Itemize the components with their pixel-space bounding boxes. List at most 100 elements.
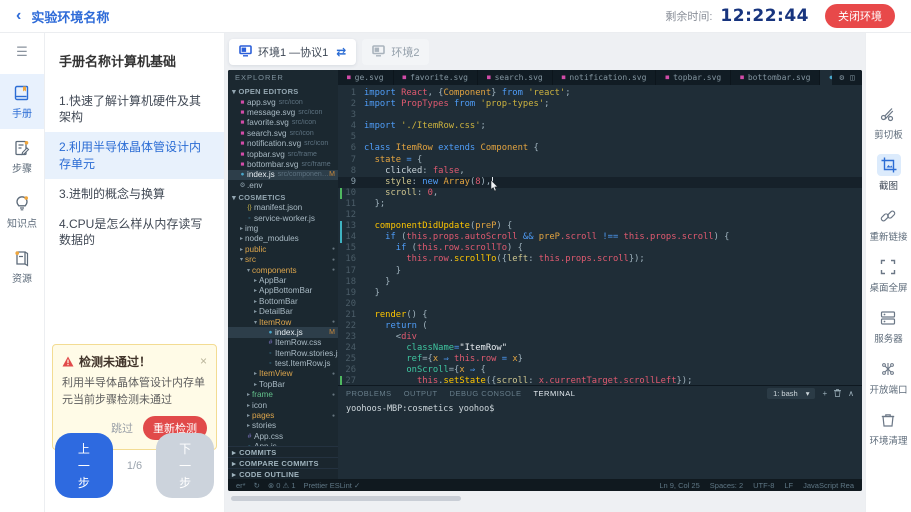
- file-tree-item[interactable]: ▸ AppBar: [228, 275, 338, 285]
- manual-step-item[interactable]: 3.进制的概念与换算: [45, 179, 224, 209]
- new-terminal-icon[interactable]: +: [822, 389, 827, 398]
- code-line[interactable]: 7 state = {: [338, 155, 862, 166]
- code-line[interactable]: 3: [338, 110, 862, 121]
- previous-step-button[interactable]: 上一步: [55, 433, 113, 498]
- code-line[interactable]: 11 };: [338, 199, 862, 210]
- file-tree-item[interactable]: ■ search.svg src/icon: [228, 128, 338, 138]
- status-item[interactable]: JavaScript Rea: [803, 481, 854, 490]
- shell-selector[interactable]: 1: bash ▾: [767, 387, 816, 399]
- panel-tab-output[interactable]: OUTPUT: [404, 389, 438, 398]
- status-item[interactable]: Prettier ESLint ✓: [304, 481, 361, 490]
- status-item[interactable]: LF: [784, 481, 793, 490]
- code-line[interactable]: 21 render() {: [338, 310, 862, 321]
- file-tree-item[interactable]: ■ favorite.svg src/icon: [228, 118, 338, 128]
- file-tree-item[interactable]: # ItemRow.css: [228, 338, 338, 348]
- code-line[interactable]: 6 class ItemRow extends Component {: [338, 143, 862, 154]
- terminal-output[interactable]: yoohoos-MBP:cosmetics yoohoo$: [338, 400, 862, 479]
- file-tree-item[interactable]: ■ message.svg src/icon: [228, 107, 338, 117]
- status-item[interactable]: er*: [236, 481, 246, 490]
- code-line[interactable]: 4 import './ItemRow.css';: [338, 121, 862, 132]
- swap-connection-icon[interactable]: ⇄: [336, 45, 346, 59]
- code-line[interactable]: 8 clicked: false,: [338, 166, 862, 177]
- code-line[interactable]: 15 if (this.row.scrollTo) {: [338, 243, 862, 254]
- code-line[interactable]: 23 <div: [338, 332, 862, 343]
- editor-tab-bottombar.svg[interactable]: ■ bottombar.svg: [731, 70, 821, 85]
- sidebar-item-steps[interactable]: 步骤: [0, 129, 44, 184]
- manual-step-item[interactable]: 2.利用半导体晶体管设计内存单元: [45, 132, 224, 179]
- file-tree-item[interactable]: ● index.js src/components... M: [228, 169, 338, 181]
- editor-tab-favorite.svg[interactable]: ■ favorite.svg: [394, 70, 478, 85]
- code-line[interactable]: 18 }: [338, 277, 862, 288]
- env-tab-1[interactable]: 环境1 —协议1 ⇄: [229, 39, 357, 65]
- editor-tab-notification.svg[interactable]: ■ notification.svg: [553, 70, 657, 85]
- code-line[interactable]: 25 ref={x ⇒ this.row = x}: [338, 354, 862, 365]
- tool-screenshot[interactable]: 截图: [876, 154, 901, 192]
- status-item[interactable]: ⊗ 0 ⚠ 1: [268, 481, 296, 490]
- tree-collapsed-section[interactable]: ▸ CODE OUTLINE: [228, 468, 338, 479]
- code-line[interactable]: 16 this.row.scrollTo({left: this.props.s…: [338, 254, 862, 265]
- file-tree-item[interactable]: ▸ frame ●: [228, 390, 338, 400]
- code-line[interactable]: 5: [338, 132, 862, 143]
- editor-action-icon[interactable]: ⚙: [839, 73, 844, 82]
- file-tree-item[interactable]: ▾ src ●: [228, 254, 338, 264]
- file-tree-item[interactable]: ▸ public ●: [228, 244, 338, 254]
- file-tree-item[interactable]: ▾ components ●: [228, 265, 338, 275]
- tool-open-ports[interactable]: 开放端口: [869, 358, 908, 396]
- sidebar-item-knowledge[interactable]: 知识点: [0, 184, 44, 239]
- file-tree-item[interactable]: ▸ ItemView ●: [228, 369, 338, 379]
- panel-tab-debug-console[interactable]: DEBUG CONSOLE: [450, 389, 522, 398]
- horizontal-scrollbar[interactable]: [231, 496, 859, 501]
- tool-server[interactable]: 服务器: [874, 307, 903, 345]
- file-tree-item[interactable]: ▸ TopBar: [228, 379, 338, 389]
- file-tree-item[interactable]: # App.css: [228, 431, 338, 441]
- status-item[interactable]: UTF-8: [753, 481, 774, 490]
- editor-tab-ge.svg[interactable]: ■ ge.svg: [338, 70, 394, 85]
- file-tree-item[interactable]: ■ app.svg src/icon: [228, 97, 338, 107]
- kill-terminal-icon[interactable]: [834, 389, 842, 397]
- file-tree-item[interactable]: {} manifest.json: [228, 203, 338, 213]
- tree-section-header[interactable]: ▾ OPEN EDITORS: [228, 85, 338, 97]
- file-tree-item[interactable]: ▸ pages ●: [228, 410, 338, 420]
- maximize-panel-icon[interactable]: ∧: [848, 389, 854, 398]
- code-line[interactable]: 9 style: new Array(8),: [338, 176, 862, 188]
- tool-clipboard[interactable]: 剪切板: [874, 103, 903, 141]
- code-line[interactable]: 12: [338, 210, 862, 221]
- file-tree-item[interactable]: ▸ icon: [228, 400, 338, 410]
- status-item[interactable]: Ln 9, Col 25: [659, 481, 699, 490]
- file-tree-item[interactable]: ● index.js M: [228, 327, 338, 338]
- file-tree-item[interactable]: ▸ img: [228, 223, 338, 233]
- editor-action-icon[interactable]: ◫: [850, 73, 855, 82]
- code-line[interactable]: 13 componentDidUpdate(preP) {: [338, 221, 862, 233]
- code-area[interactable]: 1 import React, {Component} from 'react';…: [338, 85, 862, 385]
- close-environment-button[interactable]: 关闭环境: [825, 4, 895, 28]
- tool-env-cleanup[interactable]: 环境清理: [869, 409, 908, 447]
- code-line[interactable]: 1 import React, {Component} from 'react';: [338, 88, 862, 99]
- file-tree-item[interactable]: ▸ node_modules: [228, 234, 338, 244]
- file-tree-item[interactable]: ■ topbar.svg src/frame: [228, 149, 338, 159]
- file-tree-item[interactable]: ■ bottombar.svg src/frame: [228, 159, 338, 169]
- status-item[interactable]: Spaces: 2: [710, 481, 743, 490]
- file-tree-item[interactable]: ▸ AppBottomBar: [228, 286, 338, 296]
- file-tree-item[interactable]: ■ notification.svg src/icon: [228, 139, 338, 149]
- status-item[interactable]: ↻: [254, 481, 260, 490]
- sidebar-item-manual[interactable]: 手册: [0, 74, 44, 129]
- back-chevron-icon[interactable]: ‹: [16, 8, 21, 24]
- panel-tab-terminal[interactable]: TERMINAL: [533, 389, 575, 398]
- env-tab-2[interactable]: 环境2: [362, 39, 430, 65]
- file-tree-item[interactable]: ▾ ItemRow ●: [228, 317, 338, 327]
- file-tree-item[interactable]: ◦ test.ItemRow.js: [228, 358, 338, 368]
- file-tree-item[interactable]: ▸ BottomBar: [228, 296, 338, 306]
- code-line[interactable]: 24 className="ItemRow": [338, 343, 862, 354]
- manual-step-item[interactable]: 4.CPU是怎么样从内存读写数据的: [45, 209, 224, 255]
- code-line[interactable]: 10 scroll: 0,: [338, 187, 862, 199]
- code-line[interactable]: 17 }: [338, 266, 862, 277]
- tree-collapsed-section[interactable]: ▸ COMMITS: [228, 446, 338, 457]
- alert-close-icon[interactable]: ×: [200, 354, 207, 368]
- file-tree-item[interactable]: ▸ stories: [228, 421, 338, 431]
- tree-collapsed-section[interactable]: ▸ COMPARE COMMITS: [228, 457, 338, 468]
- code-line[interactable]: 2 import PropTypes from 'prop-types';: [338, 99, 862, 110]
- remote-code-editor[interactable]: EXPLORER ■ ge.svg ■ favorite.svg ■ search.svg…: [228, 70, 862, 491]
- sidebar-item-resources[interactable]: 资源: [0, 239, 44, 294]
- file-tree-item[interactable]: ▸ DetailBar: [228, 306, 338, 316]
- tree-section-header[interactable]: ▾ COSMETICS: [228, 191, 338, 203]
